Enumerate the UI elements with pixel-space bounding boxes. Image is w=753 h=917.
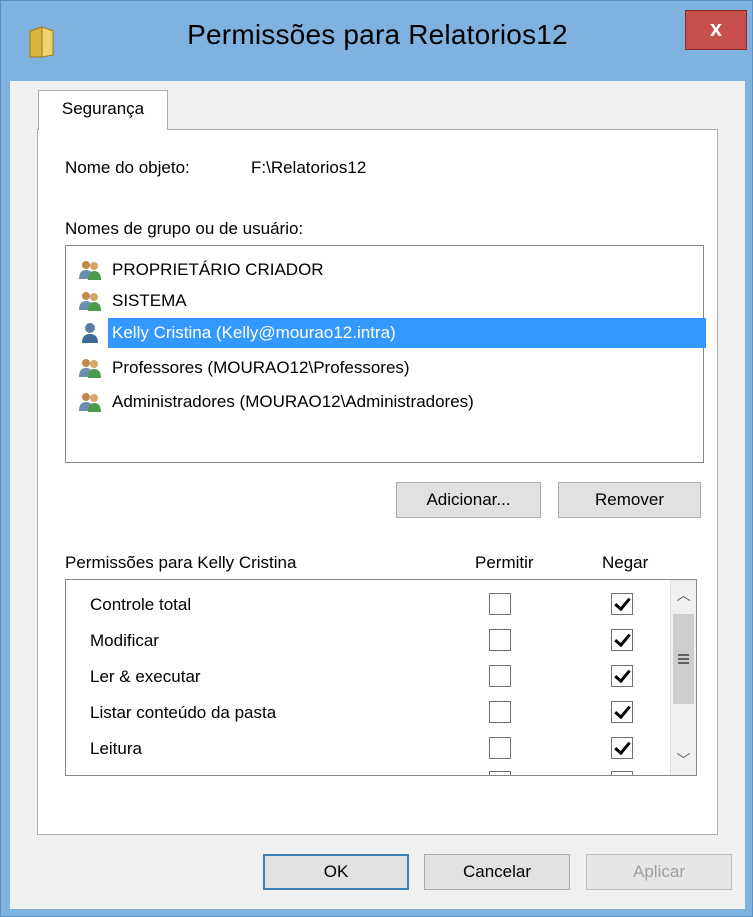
allow-checkbox[interactable] [489, 737, 511, 759]
table-row: Controle total [66, 587, 670, 623]
remove-button[interactable]: Remover [558, 482, 701, 518]
permission-name: Modificar [90, 631, 159, 650]
list-item-selected[interactable]: Kelly Cristina (Kelly@mourao12.intra) [72, 318, 706, 348]
title-bar[interactable]: Permissões para Relatorios12 x [1, 1, 753, 81]
folder-icon [29, 26, 54, 58]
permissions-dialog: Permissões para Relatorios12 x Segurança… [0, 0, 753, 917]
allow-checkbox[interactable] [489, 593, 511, 615]
deny-checkbox[interactable] [611, 771, 633, 775]
list-item-label: SISTEMA [112, 291, 187, 310]
allow-checkbox[interactable] [489, 629, 511, 651]
group-users-icon [79, 261, 101, 280]
ok-button[interactable]: OK [263, 854, 409, 890]
table-row: Leitura [66, 731, 670, 767]
add-button[interactable]: Adicionar... [396, 482, 541, 518]
table-row: Modificar [66, 623, 670, 659]
permissions-label: Permissões para Kelly Cristina [65, 553, 297, 572]
list-item-label: PROPRIETÁRIO CRIADOR [112, 260, 324, 279]
deny-checkbox[interactable] [611, 737, 633, 759]
users-listbox[interactable]: PROPRIETÁRIO CRIADOR SISTEMA Kelly Crist… [65, 245, 706, 463]
list-item-label: Administradores (MOURAO12\Administradore… [112, 392, 474, 411]
users-list-label: Nomes de grupo ou de usuário: [65, 219, 304, 238]
permission-name: Controle total [90, 595, 192, 614]
table-row-partial [66, 767, 670, 775]
deny-checkbox[interactable] [611, 665, 633, 687]
permission-name: Ler & executar [90, 667, 201, 686]
allow-column-header: Permitir [475, 553, 534, 572]
table-row: Listar conteúdo da pasta [66, 695, 670, 731]
group-users-icon [79, 359, 101, 378]
group-users-icon [79, 292, 101, 311]
group-users-icon [79, 393, 101, 412]
object-name-label: Nome do objeto: [65, 158, 190, 177]
list-item[interactable]: SISTEMA [72, 286, 702, 316]
allow-checkbox[interactable] [489, 771, 511, 775]
permission-name: Listar conteúdo da pasta [90, 703, 277, 722]
list-item[interactable]: PROPRIETÁRIO CRIADOR [72, 255, 702, 285]
object-name-value: F:\Relatorios12 [251, 158, 367, 177]
list-item-label: Professores (MOURAO12\Professores) [112, 358, 410, 377]
table-row: Ler & executar [66, 659, 670, 695]
list-item[interactable]: Professores (MOURAO12\Professores) [72, 353, 702, 383]
permission-name: Leitura [90, 739, 142, 758]
permissions-scrollbar[interactable]: ︿ ﹀ [670, 580, 696, 775]
list-item-label: Kelly Cristina (Kelly@mourao12.intra) [108, 318, 706, 348]
window-title: Permissões para Relatorios12 [187, 19, 568, 50]
permissions-table: Controle total Modificar Ler & executar … [65, 579, 697, 776]
close-button[interactable]: x [685, 10, 747, 50]
deny-checkbox[interactable] [611, 593, 633, 615]
grip-icon [678, 654, 689, 664]
user-icon [82, 323, 98, 343]
deny-checkbox[interactable] [611, 629, 633, 651]
scroll-down-icon[interactable]: ﹀ [671, 745, 696, 775]
scrollbar-thumb[interactable] [673, 614, 694, 704]
deny-checkbox[interactable] [611, 701, 633, 723]
apply-button[interactable]: Aplicar [586, 854, 732, 890]
deny-column-header: Negar [602, 553, 649, 572]
list-item[interactable]: Administradores (MOURAO12\Administradore… [72, 387, 702, 417]
allow-checkbox[interactable] [489, 665, 511, 687]
allow-checkbox[interactable] [489, 701, 511, 723]
cancel-button[interactable]: Cancelar [424, 854, 570, 890]
tab-seguranca[interactable]: Segurança [38, 90, 168, 130]
scroll-up-icon[interactable]: ︿ [671, 580, 696, 610]
